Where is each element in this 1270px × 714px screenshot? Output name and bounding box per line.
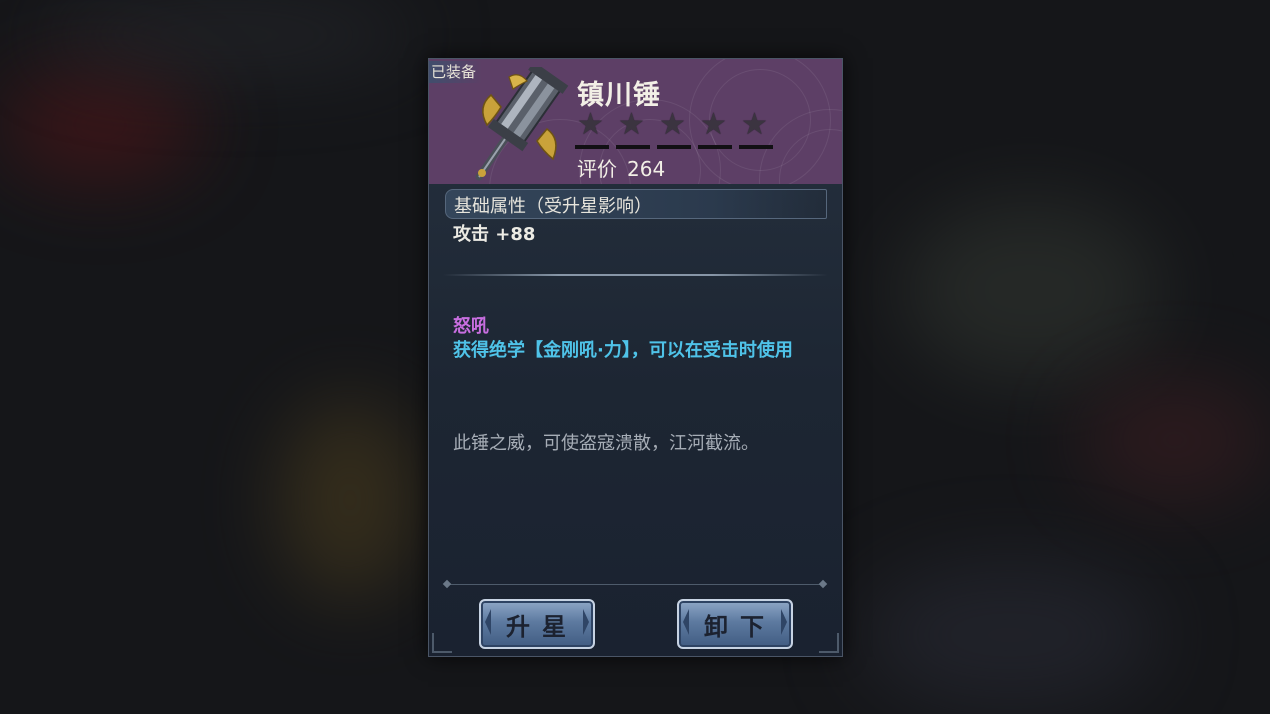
star-icon: ★ (741, 107, 768, 142)
star-2: ★ (616, 107, 652, 149)
star-icon: ★ (577, 107, 604, 142)
attack-stat: 攻击 +88 (453, 224, 536, 245)
item-header: 已装备 镇川锤 ★ ★ ★ ★ ★ 评价 264 (429, 59, 842, 184)
skill-description: 获得绝学【金刚吼·力】，可以在受击时使用 (453, 340, 793, 361)
star-3: ★ (657, 107, 693, 149)
star-icon: ★ (618, 107, 645, 142)
corner-ornament (819, 633, 839, 653)
base-attributes-header: 基础属性（受升星影响） (445, 189, 827, 219)
divider-ornament (442, 579, 452, 589)
corner-ornament (432, 633, 452, 653)
skill-name: 怒吼 (453, 316, 489, 337)
base-attributes-title: 基础属性（受升星影响） (454, 196, 652, 217)
item-detail-panel: 已装备 镇川锤 ★ ★ ★ ★ ★ 评价 264 基础属性（受升星影响） 攻击 … (428, 58, 843, 657)
hammer-weapon-icon (475, 67, 569, 181)
star-5: ★ (739, 107, 775, 149)
footer-divider (447, 584, 825, 585)
star-4: ★ (698, 107, 734, 149)
section-divider (443, 274, 828, 276)
star-rating: ★ ★ ★ ★ ★ (575, 107, 785, 149)
divider-ornament (818, 579, 828, 589)
star-icon: ★ (700, 107, 727, 142)
rating-value: 264 (627, 157, 666, 181)
unequip-label: 卸下 (704, 612, 776, 641)
upgrade-star-button[interactable]: 升星 (479, 599, 595, 649)
star-icon: ★ (659, 107, 686, 142)
upgrade-star-label: 升星 (506, 612, 578, 641)
unequip-button[interactable]: 卸下 (677, 599, 793, 649)
flavor-text: 此锤之威，可使盗寇溃散，江河截流。 (453, 433, 759, 454)
rating-label: 评价 (577, 157, 617, 181)
star-1: ★ (575, 107, 611, 149)
item-rating: 评价 264 (577, 153, 665, 182)
